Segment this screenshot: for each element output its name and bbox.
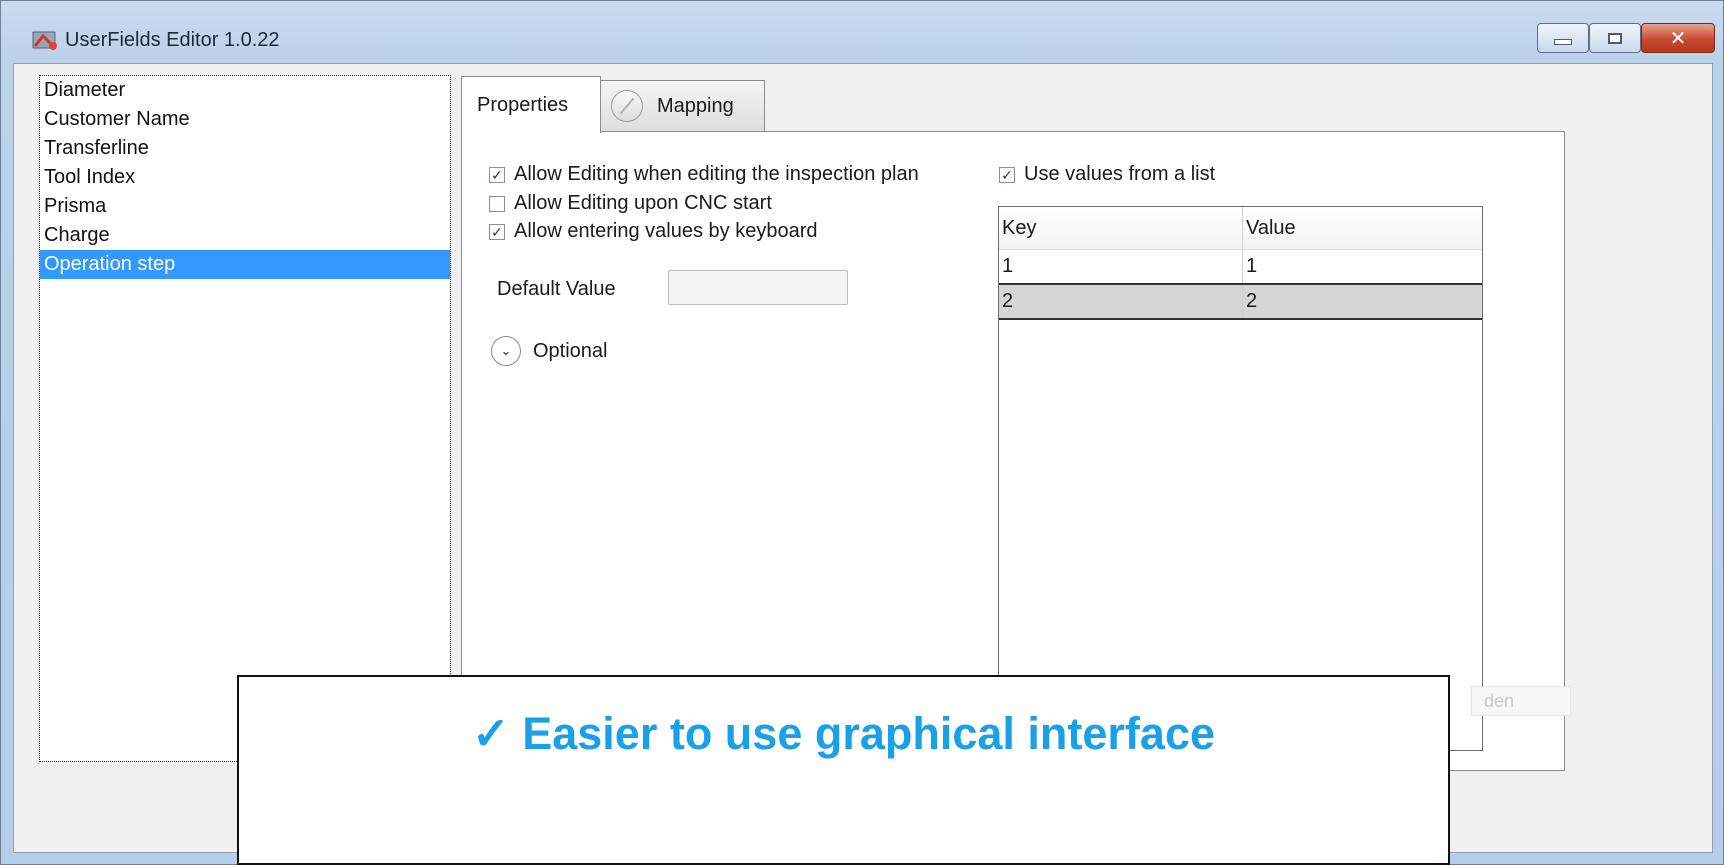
allow-editing-plan-checkbox[interactable]: ✓ Allow Editing when editing the inspect… [489, 163, 919, 186]
list-item[interactable]: Transferline [40, 134, 450, 163]
cell-value[interactable]: 1 [1243, 250, 1482, 283]
maximize-button[interactable] [1589, 23, 1641, 53]
tab-label: Properties [477, 93, 569, 116]
list-item[interactable]: Charge [40, 221, 450, 250]
allow-editing-cnc-checkbox[interactable]: Allow Editing upon CNC start [489, 192, 772, 215]
tab-mapping[interactable]: Mapping [600, 80, 765, 131]
table-row-selected[interactable]: 2 2 [999, 283, 1482, 320]
list-item[interactable]: Tool Index [40, 163, 450, 192]
close-icon: ✕ [1669, 26, 1687, 50]
use-values-list-checkbox[interactable]: ✓ Use values from a list [999, 163, 1215, 186]
checkbox-label: Allow Editing upon CNC start [514, 192, 772, 214]
default-value-input[interactable] [668, 270, 848, 305]
close-button[interactable]: ✕ [1641, 23, 1715, 53]
cell-key[interactable]: 1 [999, 250, 1243, 283]
optional-expander[interactable]: ⌄ Optional [491, 336, 608, 366]
checkbox-label: Allow Editing when editing the inspectio… [514, 163, 919, 185]
list-item[interactable]: Diameter [40, 76, 450, 105]
column-header-value[interactable]: Value [1243, 207, 1482, 249]
app-icon [32, 31, 57, 50]
key-value-grid[interactable]: Key Value 1 1 2 2 [998, 206, 1483, 751]
checkbox-label: Allow entering values by keyboard [514, 220, 818, 242]
window-title: UserFields Editor 1.0.22 [65, 29, 280, 51]
tab-label: Mapping [657, 94, 734, 117]
callout-text: ✓ Easier to use graphical interface [472, 707, 1215, 863]
feature-callout: ✓ Easier to use graphical interface [237, 675, 1450, 865]
check-icon: ✓ [471, 708, 510, 759]
default-value-label: Default Value [497, 278, 616, 300]
checkbox-box[interactable]: ✓ [489, 166, 505, 183]
column-header-key[interactable]: Key [999, 207, 1243, 249]
callout-message: Easier to use graphical interface [522, 708, 1215, 759]
maximize-icon [1608, 32, 1622, 44]
user-field-list[interactable]: Diameter Customer Name Transferline Tool… [39, 75, 451, 762]
title-bar[interactable]: UserFields Editor 1.0.22 ✕ [1, 1, 1723, 71]
allow-keyboard-checkbox[interactable]: ✓ Allow entering values by keyboard [489, 220, 818, 243]
minimize-button[interactable] [1537, 23, 1589, 53]
hidden-button[interactable]: den [1471, 686, 1571, 716]
tab-properties[interactable]: Properties [461, 76, 601, 133]
list-item-selected[interactable]: Operation step [40, 250, 450, 279]
cell-key[interactable]: 2 [999, 285, 1243, 318]
cell-value[interactable]: 2 [1243, 285, 1482, 318]
mapping-icon [611, 90, 643, 122]
checkbox-box[interactable]: ✓ [999, 166, 1015, 183]
checkbox-box[interactable]: ✓ [489, 223, 505, 240]
minimize-icon [1554, 39, 1572, 45]
checkbox-label: Use values from a list [1024, 163, 1216, 185]
list-item[interactable]: Prisma [40, 192, 450, 221]
grid-header: Key Value [999, 207, 1482, 250]
optional-label: Optional [533, 339, 608, 362]
table-row[interactable]: 1 1 [999, 250, 1482, 283]
list-item[interactable]: Customer Name [40, 105, 450, 134]
chevron-down-icon[interactable]: ⌄ [491, 336, 521, 366]
checkbox-box[interactable] [489, 195, 505, 212]
